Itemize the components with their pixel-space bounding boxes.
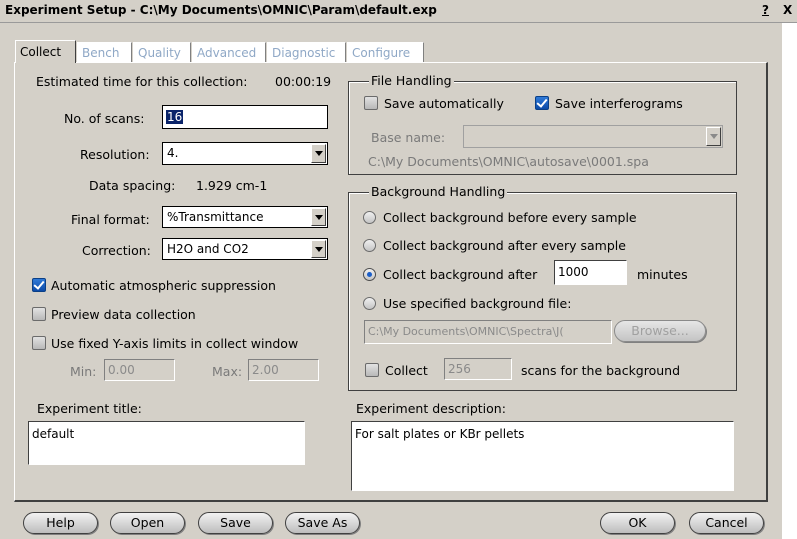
bg-specified-file-radio[interactable] [363, 297, 376, 310]
correction-dropdown[interactable]: H2O and CO2 [162, 238, 328, 260]
bg-scans-suffix: scans for the background [521, 363, 681, 378]
bg-after-every-sample-radio[interactable] [363, 239, 376, 252]
scans-label: No. of scans: [64, 111, 145, 126]
bg-before-every-sample-radio[interactable] [363, 211, 376, 224]
preview-collection-label: Preview data collection [51, 307, 196, 322]
experiment-setup-window: Experiment Setup - C:\My Documents\OMNIC… [0, 0, 797, 539]
scans-value: 16 [166, 110, 184, 124]
base-name-label: Base name: [371, 130, 446, 145]
atmospheric-suppression-checkbox[interactable] [32, 278, 46, 292]
title-bar[interactable]: Experiment Setup - C:\My Documents\OMNIC… [0, 0, 797, 23]
final-format-value: %Transmittance [167, 210, 264, 224]
estimated-time-value: 00:00:19 [275, 74, 332, 89]
max-input[interactable]: 2.00 [248, 359, 319, 381]
bg-minutes-input[interactable]: 1000 [554, 260, 627, 285]
help-button[interactable]: Help [23, 512, 98, 534]
file-handling-title: File Handling [369, 73, 454, 88]
chevron-down-icon[interactable] [311, 240, 326, 258]
bg-after-every-sample-label: Collect background after every sample [383, 238, 626, 253]
bg-after-minutes-radio[interactable] [363, 268, 376, 281]
chevron-down-icon[interactable] [311, 144, 326, 163]
chevron-down-icon[interactable] [311, 208, 326, 226]
autosave-path: C:\My Documents\OMNIC\autosave\0001.spa [368, 154, 649, 169]
data-spacing-value: 1.929 cm-1 [196, 178, 268, 193]
resolution-value: 4. [167, 146, 179, 160]
save-button[interactable]: Save [198, 512, 273, 534]
tab-configure[interactable]: Configure [347, 42, 424, 62]
correction-label: Correction: [82, 243, 151, 258]
preview-collection-checkbox[interactable] [32, 307, 46, 321]
fixed-y-axis-label: Use fixed Y-axis limits in collect windo… [51, 336, 299, 351]
open-button[interactable]: Open [110, 512, 185, 534]
tab-bench[interactable]: Bench [77, 42, 132, 62]
tab-advanced[interactable]: Advanced [192, 42, 266, 62]
bg-specified-file-label: Use specified background file: [383, 296, 572, 311]
window-title: Experiment Setup - C:\My Documents\OMNIC… [5, 3, 437, 17]
collect-scans-label: Collect [385, 363, 428, 378]
experiment-title-input[interactable]: default [28, 421, 305, 465]
scans-input[interactable]: 16 [162, 105, 328, 129]
save-as-button[interactable]: Save As [285, 512, 360, 534]
background-handling-title: Background Handling [369, 184, 508, 199]
bg-before-every-sample-label: Collect background before every sample [383, 210, 637, 225]
save-interferograms-label: Save interferograms [555, 96, 683, 111]
bg-file-input[interactable]: C:\My Documents\OMNIC\Spectra\J( [364, 320, 612, 344]
bg-scans-input[interactable]: 256 [444, 358, 512, 380]
tab-diagnostic[interactable]: Diagnostic [267, 42, 346, 62]
tab-collect[interactable]: Collect [15, 40, 76, 63]
min-label: Min: [70, 364, 97, 379]
base-name-dropdown[interactable] [463, 125, 723, 148]
final-format-label: Final format: [71, 212, 150, 227]
experiment-title-label: Experiment title: [37, 401, 142, 416]
resolution-dropdown[interactable]: 4. [162, 142, 328, 165]
minutes-label: minutes [637, 267, 688, 282]
correction-value: H2O and CO2 [167, 242, 249, 256]
resolution-label: Resolution: [80, 147, 150, 162]
save-automatically-checkbox[interactable] [364, 96, 378, 110]
save-automatically-label: Save automatically [384, 96, 504, 111]
cancel-button[interactable]: Cancel [689, 512, 764, 534]
max-label: Max: [212, 364, 243, 379]
close-icon[interactable]: X [783, 3, 792, 17]
min-input[interactable]: 0.00 [104, 359, 175, 381]
tab-quality[interactable]: Quality [133, 42, 191, 62]
help-icon[interactable]: ? [762, 3, 769, 17]
experiment-description-input[interactable]: For salt plates or KBr pellets [351, 421, 734, 491]
data-spacing-label: Data spacing: [89, 178, 176, 193]
final-format-dropdown[interactable]: %Transmittance [162, 206, 328, 228]
ok-button[interactable]: OK [600, 512, 675, 534]
collect-scans-checkbox[interactable] [365, 363, 379, 377]
fixed-y-axis-checkbox[interactable] [32, 336, 46, 350]
save-interferograms-checkbox[interactable] [535, 96, 549, 110]
bg-after-minutes-label: Collect background after [383, 267, 538, 282]
browse-button[interactable]: Browse... [614, 320, 706, 342]
chevron-down-icon[interactable] [706, 127, 721, 146]
experiment-description-label: Experiment description: [356, 401, 506, 416]
atmospheric-suppression-label: Automatic atmospheric suppression [51, 278, 276, 293]
estimated-time-label: Estimated time for this collection: [36, 74, 248, 89]
